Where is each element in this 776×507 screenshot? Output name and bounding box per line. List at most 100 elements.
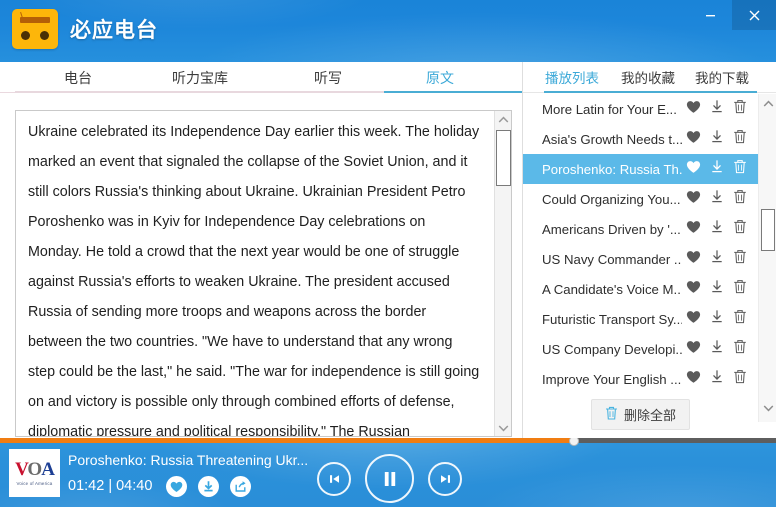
delete-icon-button[interactable]	[728, 339, 751, 359]
delete-icon-button[interactable]	[728, 99, 751, 119]
close-icon	[749, 10, 759, 20]
heart-icon	[686, 370, 701, 389]
favorite-icon-button[interactable]	[682, 100, 705, 119]
tab-radio[interactable]: 电台	[62, 64, 94, 92]
chevron-down-icon[interactable]	[760, 400, 776, 416]
delete-icon-button[interactable]	[728, 129, 751, 149]
previous-track-icon	[329, 474, 339, 483]
app-window: 必应电台 电台 听力宝库 听写 原文 Ukraine celebrated it…	[0, 0, 776, 507]
download-icon-button[interactable]	[705, 99, 728, 119]
title-bar: 必应电台	[0, 0, 776, 62]
playlist-item[interactable]: Could Organizing You...	[523, 184, 758, 214]
favorite-button[interactable]	[166, 476, 187, 497]
radio-icon	[12, 9, 58, 49]
transcript-text: Ukraine celebrated its Independence Day …	[28, 124, 480, 437]
favorite-icon-button[interactable]	[682, 280, 705, 299]
close-button[interactable]	[732, 0, 776, 30]
chevron-down-icon[interactable]	[495, 419, 511, 436]
playlist-item[interactable]: Americans Driven by '...	[523, 214, 758, 244]
minimize-button[interactable]	[688, 0, 732, 30]
delete-all-button[interactable]: 删除全部	[590, 399, 690, 430]
side-panel-tab-bar: 播放列表 我的收藏 我的下载	[523, 62, 776, 93]
download-icon-button[interactable]	[705, 219, 728, 239]
voa-wordmark: VOA	[15, 459, 55, 480]
favorite-icon-button[interactable]	[682, 160, 705, 179]
trash-icon	[733, 129, 747, 149]
delete-icon-button[interactable]	[728, 159, 751, 179]
download-icon	[710, 129, 724, 149]
play-pause-button[interactable]	[365, 454, 414, 503]
delete-icon-button[interactable]	[728, 219, 751, 239]
download-icon-button[interactable]	[705, 159, 728, 179]
tab-my-favorites[interactable]: 我的收藏	[621, 67, 675, 87]
playlist-item[interactable]: A Candidate's Voice M...	[523, 274, 758, 304]
transcript-scrollbar-thumb[interactable]	[496, 130, 511, 186]
chevron-up-icon[interactable]	[495, 111, 511, 128]
download-icon-button[interactable]	[705, 279, 728, 299]
download-icon	[204, 481, 213, 492]
playlist-scrollbar-thumb[interactable]	[761, 209, 775, 251]
download-icon-button[interactable]	[705, 309, 728, 329]
heart-icon	[686, 190, 701, 209]
radio-knob-left	[21, 31, 30, 40]
download-icon-button[interactable]	[705, 129, 728, 149]
voa-letter-v: V	[15, 459, 28, 480]
transcript-scrollbar[interactable]	[494, 111, 511, 436]
favorite-icon-button[interactable]	[682, 340, 705, 359]
favorite-icon-button[interactable]	[682, 190, 705, 209]
tab-underline-inactive	[15, 91, 384, 93]
playlist-item[interactable]: US Navy Commander ...	[523, 244, 758, 274]
heart-icon	[686, 250, 701, 269]
download-button[interactable]	[198, 476, 219, 497]
download-icon	[710, 189, 724, 209]
download-icon-button[interactable]	[705, 339, 728, 359]
favorite-icon-button[interactable]	[682, 310, 705, 329]
track-actions	[166, 476, 251, 497]
playlist-item[interactable]: Improve Your English ...	[523, 364, 758, 394]
favorite-icon-button[interactable]	[682, 370, 705, 389]
playlist-item[interactable]: Futuristic Transport Sy...	[523, 304, 758, 334]
download-icon-button[interactable]	[705, 189, 728, 209]
transport-controls	[317, 454, 462, 503]
trash-icon	[733, 99, 747, 119]
previous-track-button[interactable]	[317, 461, 351, 496]
share-icon	[235, 481, 246, 492]
delete-icon-button[interactable]	[728, 309, 751, 329]
tab-my-downloads[interactable]: 我的下载	[695, 67, 749, 87]
download-icon-button[interactable]	[705, 249, 728, 269]
playback-time: 01:42 | 04:40	[68, 478, 153, 494]
favorite-icon-button[interactable]	[682, 250, 705, 269]
next-track-button[interactable]	[428, 461, 462, 496]
delete-icon-button[interactable]	[728, 189, 751, 209]
playlist-item-title: A Candidate's Voice M...	[542, 281, 682, 297]
playlist-item[interactable]: More Latin for Your E...	[523, 94, 758, 124]
playlist-scrollbar[interactable]	[758, 94, 776, 422]
share-button[interactable]	[230, 476, 251, 497]
playlist-item[interactable]: US Company Developi...	[523, 334, 758, 364]
heart-icon	[686, 130, 701, 149]
download-icon-button[interactable]	[705, 369, 728, 389]
delete-icon-button[interactable]	[728, 369, 751, 389]
player-bar: VOA Voice of America Poroshenko: Russia …	[0, 438, 776, 507]
tab-transcript[interactable]: 原文	[424, 64, 456, 92]
favorite-icon-button[interactable]	[682, 220, 705, 239]
delete-icon-button[interactable]	[728, 279, 751, 299]
playlist-item-title: Improve Your English ...	[542, 371, 682, 387]
playlist-item[interactable]: Poroshenko: Russia Th...	[523, 154, 758, 184]
download-icon	[710, 219, 724, 239]
voa-letter-o: O	[27, 459, 42, 480]
download-icon	[710, 159, 724, 179]
favorite-icon-button[interactable]	[682, 130, 705, 149]
tab-dictation[interactable]: 听写	[312, 64, 344, 92]
tab-playlist[interactable]: 播放列表	[545, 67, 599, 87]
chevron-up-icon[interactable]	[760, 96, 776, 112]
delete-all-label: 删除全部	[623, 408, 676, 423]
playback-progress-bar[interactable]	[0, 438, 776, 446]
trash-icon	[605, 406, 618, 423]
delete-icon-button[interactable]	[728, 249, 751, 269]
trash-icon	[733, 339, 747, 359]
playlist-item[interactable]: Asia's Growth Needs t...	[523, 124, 758, 154]
voa-letter-a: A	[41, 459, 55, 480]
tab-listening-library[interactable]: 听力宝库	[170, 64, 230, 92]
playback-progress-handle[interactable]	[569, 438, 580, 446]
